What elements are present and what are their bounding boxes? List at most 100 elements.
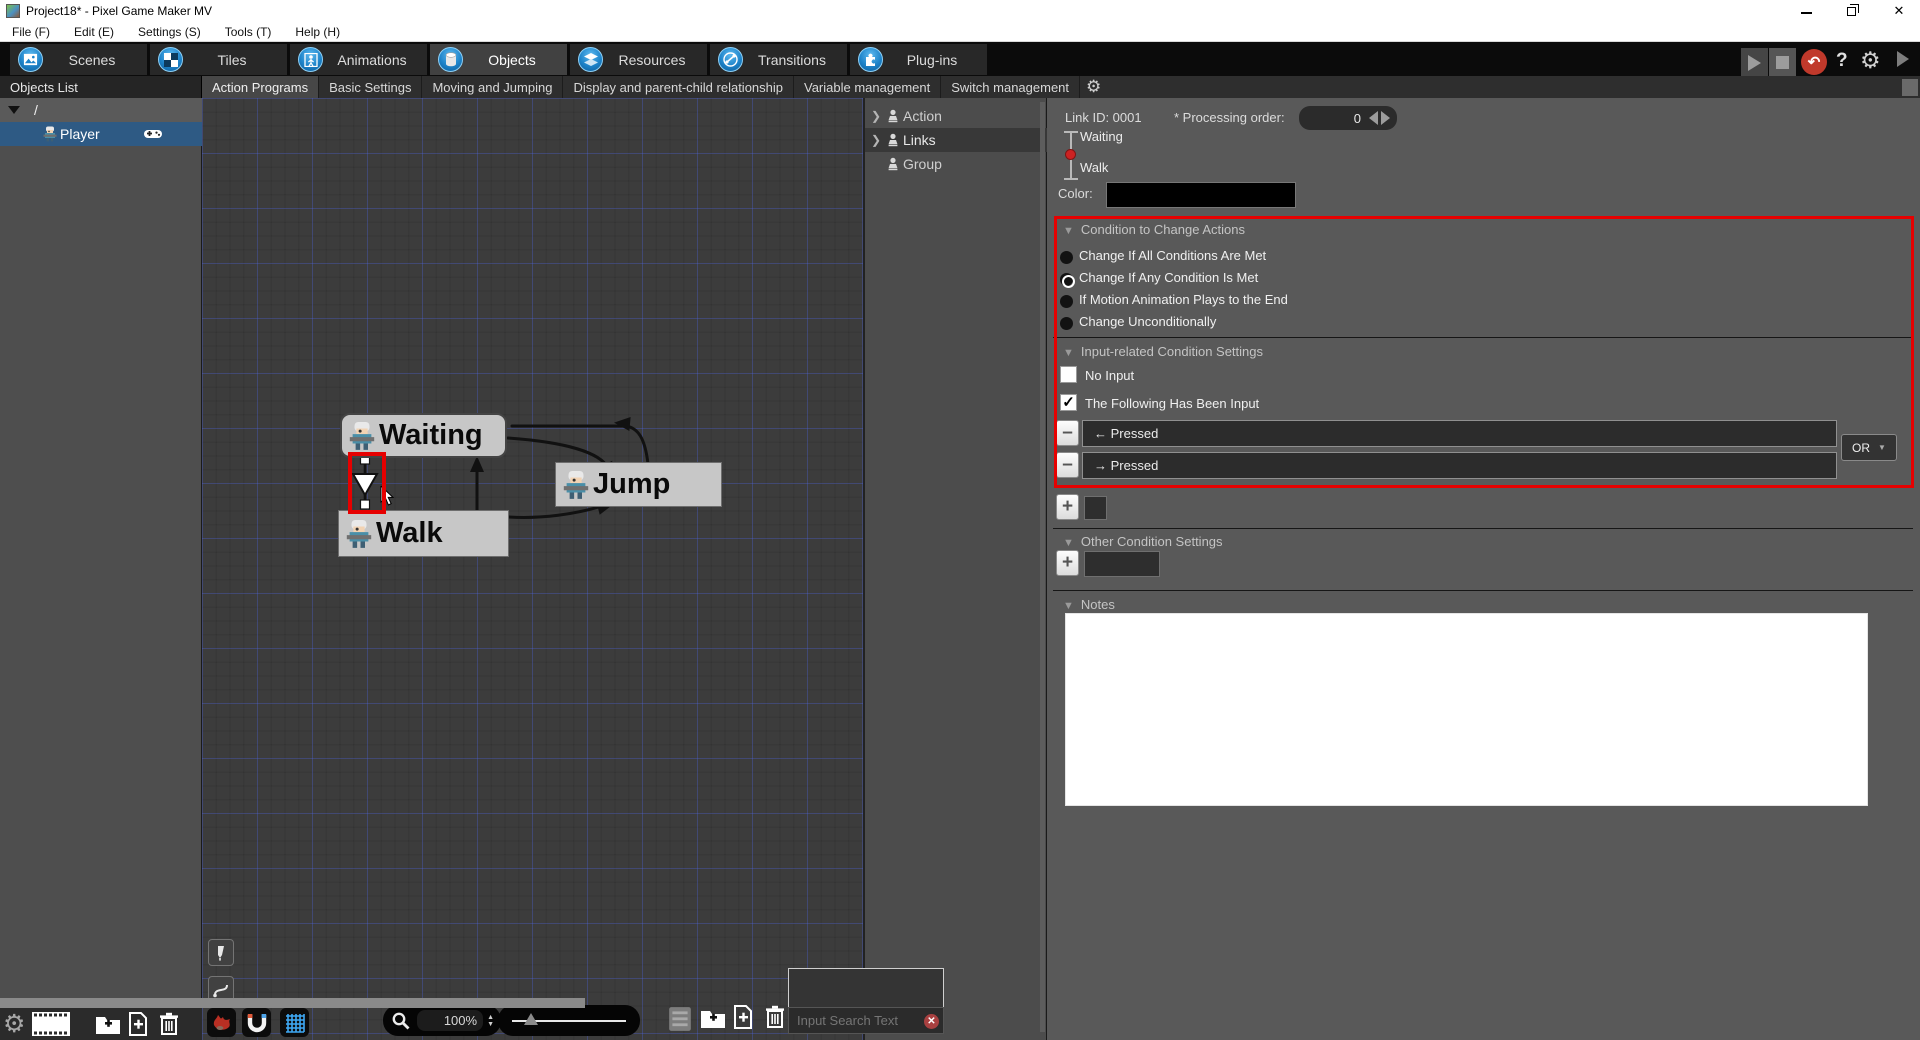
- chevron-right-icon[interactable]: ❯: [865, 133, 887, 147]
- snap-magnet-button[interactable]: [242, 1008, 271, 1037]
- selected-link-indicator: [351, 454, 379, 510]
- clear-search-button[interactable]: ✕: [924, 1014, 939, 1029]
- subtab-settings-gear[interactable]: ⚙: [1080, 76, 1107, 98]
- node-walk[interactable]: Walk: [338, 510, 509, 557]
- subtab-display-parent-child[interactable]: Display and parent-child relationship: [563, 76, 794, 98]
- remove-condition-button[interactable]: –: [1056, 420, 1079, 446]
- pen-tool-button[interactable]: [208, 939, 234, 966]
- page-plus-icon[interactable]: [128, 1012, 148, 1036]
- collapse-triangle-icon[interactable]: ▼: [1063, 225, 1074, 237]
- notes-section-header[interactable]: ▼ Notes: [1063, 597, 1115, 612]
- debug-run-button[interactable]: ↶: [1801, 49, 1827, 75]
- action-program-canvas[interactable]: Waiting Jump Walk 100% ▲ ▼: [202, 98, 863, 1040]
- maximize-button[interactable]: [1846, 4, 1860, 18]
- node-jump[interactable]: Jump: [555, 462, 722, 507]
- menu-tools[interactable]: Tools (T): [213, 23, 284, 41]
- checkbox-following-input[interactable]: ✓: [1060, 394, 1077, 411]
- node-waiting[interactable]: Waiting: [340, 413, 507, 458]
- tab-resources[interactable]: Resources: [570, 44, 707, 75]
- operator-dropdown[interactable]: OR ▼: [1841, 434, 1897, 461]
- input-condition-row-right[interactable]: → Pressed: [1082, 452, 1837, 479]
- list-view-button[interactable]: [668, 1006, 692, 1037]
- zoom-slider[interactable]: [498, 1005, 640, 1036]
- settings-gear-button[interactable]: ⚙: [1860, 47, 1881, 74]
- color-swatch[interactable]: [1106, 182, 1296, 208]
- gamepad-icon: [143, 128, 163, 140]
- radio-motion-animation-end[interactable]: [1060, 295, 1073, 308]
- search-box: ✕: [788, 1007, 944, 1034]
- tree-scrollbar[interactable]: [1040, 102, 1045, 1032]
- help-button[interactable]: ?: [1836, 50, 1848, 72]
- delete-button[interactable]: [765, 1005, 785, 1034]
- objects-item-player[interactable]: Player: [0, 122, 202, 146]
- link-current-dot: [1065, 149, 1076, 160]
- increment-arrow-icon[interactable]: [1381, 111, 1390, 125]
- gear-icon: ⚙: [1860, 47, 1881, 73]
- play-button[interactable]: [1741, 48, 1768, 77]
- checkbox-no-input[interactable]: [1060, 366, 1077, 383]
- subtab-variable-management[interactable]: Variable management: [794, 76, 942, 98]
- subtab-moving-jumping[interactable]: Moving and Jumping: [422, 76, 564, 98]
- player-sprite-icon: [42, 126, 58, 142]
- input-section-header[interactable]: ▼ Input-related Condition Settings: [1063, 344, 1263, 359]
- collapse-triangle-icon[interactable]: ▼: [1063, 347, 1074, 359]
- input-condition-add-box[interactable]: [1084, 496, 1107, 520]
- folder-plus-icon: [700, 1007, 726, 1029]
- tab-transitions[interactable]: Transitions: [710, 44, 847, 75]
- menu-edit[interactable]: Edit (E): [62, 23, 126, 41]
- search-input[interactable]: [789, 1008, 943, 1033]
- subtab-overflow-button[interactable]: [1902, 79, 1918, 96]
- subtab-switch-management[interactable]: Switch management: [941, 76, 1081, 98]
- tree-item-group[interactable]: Group: [865, 152, 1047, 176]
- other-condition-add-box[interactable]: [1084, 551, 1160, 577]
- trash-icon[interactable]: [159, 1012, 179, 1036]
- tree-item-links[interactable]: ❯ Links: [865, 128, 1047, 152]
- remove-condition-button[interactable]: –: [1056, 452, 1079, 478]
- input-condition-row-left[interactable]: ← Pressed: [1082, 420, 1837, 447]
- radio-all-conditions[interactable]: [1060, 251, 1073, 264]
- condition-section-header[interactable]: ▼ Condition to Change Actions: [1063, 222, 1245, 237]
- stop-button[interactable]: [1769, 48, 1796, 77]
- tab-plugins[interactable]: Plug-ins: [850, 44, 987, 75]
- minimize-button[interactable]: [1800, 4, 1814, 18]
- objects-root-row[interactable]: /: [0, 98, 202, 122]
- objects-icon: [438, 47, 463, 72]
- decrement-arrow-icon[interactable]: [1369, 111, 1378, 125]
- subtab-basic-settings[interactable]: Basic Settings: [319, 76, 423, 98]
- tab-animations[interactable]: Animations: [290, 44, 427, 75]
- zoom-value-field[interactable]: 100%: [417, 1010, 484, 1031]
- radio-any-condition[interactable]: [1060, 273, 1075, 288]
- folder-plus-icon[interactable]: [95, 1013, 121, 1035]
- tab-scenes[interactable]: Scenes: [10, 44, 147, 75]
- tab-tiles[interactable]: Tiles: [150, 44, 287, 75]
- menu-settings[interactable]: Settings (S): [126, 23, 213, 41]
- chevron-right-icon[interactable]: ❯: [865, 109, 887, 123]
- collapse-triangle-icon[interactable]: ▼: [1063, 600, 1074, 612]
- tree-item-action[interactable]: ❯ Action: [865, 104, 1047, 128]
- notes-textarea[interactable]: [1065, 613, 1868, 806]
- grid-toggle-button[interactable]: [280, 1008, 309, 1037]
- horizontal-scrollbar[interactable]: [0, 998, 585, 1008]
- add-page-button[interactable]: [733, 1005, 753, 1034]
- flame-display-button[interactable]: [207, 1008, 236, 1037]
- window-title: Project18* - Pixel Game Maker MV: [26, 4, 213, 18]
- collapse-triangle-icon[interactable]: ▼: [1063, 537, 1074, 549]
- menu-file[interactable]: File (F): [0, 23, 62, 41]
- tab-objects[interactable]: Objects: [430, 44, 567, 75]
- add-other-condition-button[interactable]: +: [1056, 550, 1079, 576]
- processing-order-value[interactable]: 0: [1299, 111, 1361, 126]
- film-strip-icon[interactable]: [31, 1011, 71, 1037]
- add-folder-button[interactable]: [700, 1007, 726, 1034]
- subtab-action-programs[interactable]: Action Programs: [202, 76, 320, 98]
- slider-thumb[interactable]: [524, 1013, 538, 1025]
- zoom-control: 100% ▲ ▼: [383, 1005, 501, 1036]
- run-secondary-button[interactable]: [1897, 51, 1909, 72]
- add-input-condition-button[interactable]: +: [1056, 494, 1079, 520]
- radio-unconditional[interactable]: [1060, 317, 1073, 330]
- zoom-spinner[interactable]: ▲ ▼: [487, 1014, 494, 1028]
- menu-help[interactable]: Help (H): [283, 23, 352, 41]
- collapse-triangle-icon[interactable]: [8, 106, 20, 114]
- other-section-header[interactable]: ▼ Other Condition Settings: [1063, 534, 1223, 549]
- gear-icon[interactable]: ⚙: [3, 1009, 25, 1039]
- close-button[interactable]: ✕: [1892, 4, 1906, 18]
